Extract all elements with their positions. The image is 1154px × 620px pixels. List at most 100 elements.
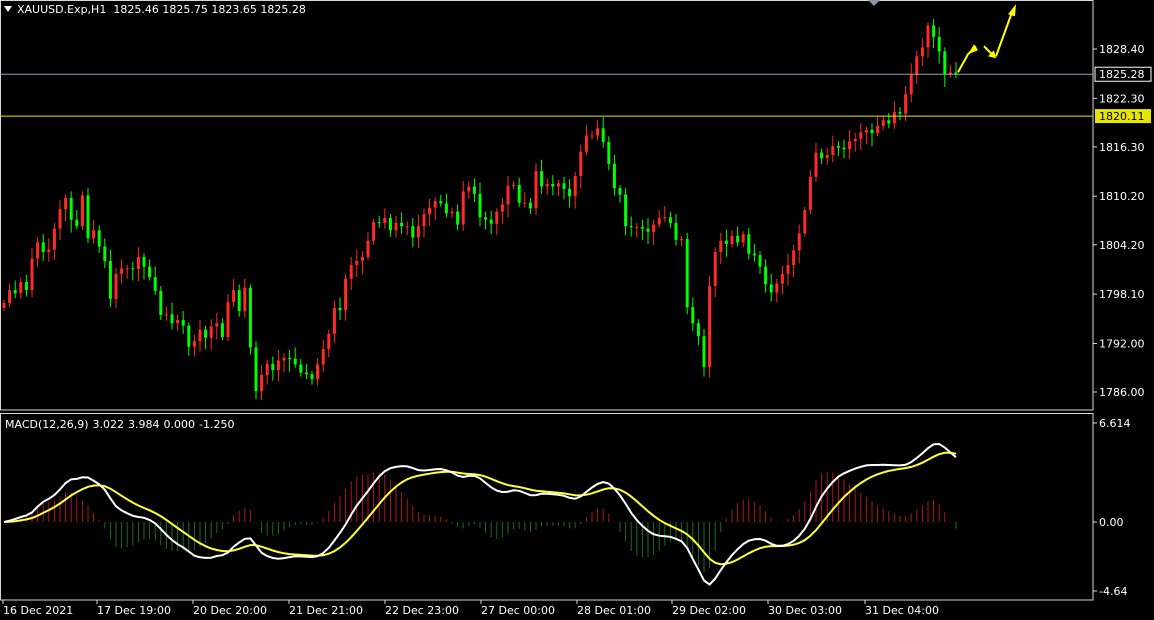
candle-body — [388, 218, 392, 231]
candle-body — [747, 234, 751, 254]
candle-body — [786, 264, 790, 274]
candle-body — [2, 303, 6, 308]
candle-body — [108, 260, 112, 299]
macd-label: MACD(12,26,9) — [5, 418, 89, 431]
candle-body — [237, 290, 241, 312]
menu-triangle-icon[interactable] — [4, 6, 12, 12]
candle-body — [220, 323, 224, 337]
candle-body — [870, 129, 874, 134]
candle-body — [282, 358, 286, 361]
candle-body — [769, 284, 773, 293]
macd-value-3: 0.000 — [163, 418, 196, 431]
candle-body — [848, 141, 852, 150]
candle-body — [422, 214, 426, 227]
candle-body — [131, 268, 135, 270]
candle-body — [366, 240, 370, 257]
time-axis-label: 29 Dec 02:00 — [672, 604, 746, 617]
candle-body — [814, 152, 818, 177]
candle-body — [58, 209, 62, 229]
candle-body — [758, 255, 762, 267]
candle-body — [792, 250, 796, 265]
candle-body — [405, 226, 409, 228]
candle-body — [668, 217, 672, 223]
candle-body — [640, 226, 644, 229]
candle-body — [612, 163, 616, 189]
candle-body — [601, 128, 605, 143]
candle-body — [344, 278, 348, 311]
candle-body — [114, 273, 118, 299]
main-window-frame — [0, 0, 1094, 411]
candle-body — [394, 222, 398, 231]
candle-body — [926, 25, 930, 48]
candle-body — [584, 135, 588, 152]
candle-body — [904, 94, 908, 114]
candle-body — [484, 217, 488, 220]
candle-body — [629, 226, 633, 228]
candle-body — [254, 347, 258, 392]
candle-body — [780, 273, 784, 284]
candle-body — [377, 222, 381, 224]
candle-body — [859, 132, 863, 139]
candle-body — [8, 290, 12, 304]
chart-shift-marker[interactable] — [868, 0, 880, 6]
candle-body — [467, 186, 471, 192]
candle-body — [808, 176, 812, 210]
symbol-label: XAUUSD.Exp,H1 — [17, 3, 107, 16]
candle-body — [383, 218, 387, 223]
ohlc-close: 1825.28 — [260, 3, 306, 16]
candle-body — [590, 135, 594, 137]
macd-axis-label: 6.614 — [1099, 417, 1131, 430]
candle-body — [573, 176, 577, 197]
ohlc-open: 1825.46 — [113, 3, 159, 16]
candle-body — [433, 201, 437, 208]
forecast-arrow-3[interactable] — [995, 11, 1013, 57]
macd-window-frame — [0, 413, 1094, 601]
time-axis-label: 21 Dec 21:00 — [289, 604, 363, 617]
candle-body — [741, 234, 745, 243]
candle-body — [355, 260, 359, 265]
current-price-tag: 1825.28 — [1099, 68, 1145, 81]
candle-body — [360, 256, 364, 261]
candle-body — [719, 240, 723, 253]
candle-body — [797, 233, 801, 251]
candle-body — [540, 171, 544, 187]
candle-body — [36, 242, 40, 259]
candle-body — [876, 125, 880, 134]
candle-body — [349, 264, 353, 279]
candle-body — [226, 302, 230, 337]
candle-body — [271, 363, 275, 371]
candle-body — [416, 226, 420, 238]
candle-body — [19, 281, 23, 294]
candle-body — [47, 249, 51, 253]
candle-body — [898, 112, 902, 114]
candle-body — [338, 307, 342, 311]
candle-body — [713, 252, 717, 287]
candle-body — [635, 226, 639, 228]
candle-body — [764, 266, 768, 285]
candle-body — [596, 128, 600, 136]
candle-body — [209, 326, 213, 338]
candle-body — [943, 51, 947, 75]
macd-axis-label: 0.00 — [1099, 516, 1124, 529]
price-chart[interactable]: 1828.40 1822.30 1816.30 1810.20 1804.20 1798.… — [0, 0, 1154, 620]
candle-body — [428, 207, 432, 215]
candle-body — [92, 230, 96, 239]
candle-body — [159, 290, 163, 316]
time-axis-label: 20 Dec 20:00 — [193, 604, 267, 617]
candle-body — [204, 329, 208, 338]
candle-body — [730, 235, 734, 244]
candle-body — [696, 323, 700, 337]
candle-body — [478, 193, 482, 218]
candle-body — [562, 183, 566, 189]
candle-body — [752, 253, 756, 256]
candle-body — [41, 242, 45, 253]
price-axis-label: 1816.30 — [1099, 141, 1145, 154]
macd-signal-line — [3, 451, 957, 566]
candle-body — [702, 336, 706, 367]
candle-body — [316, 364, 320, 380]
time-axis-label: 17 Dec 19:00 — [97, 604, 171, 617]
candle-body — [881, 120, 885, 126]
candle-body — [64, 197, 68, 210]
chart-header: XAUUSD.Exp,H1 1825.46 1825.75 1823.65 18… — [4, 3, 306, 16]
forecast-arrow-head-3 — [1008, 4, 1016, 17]
